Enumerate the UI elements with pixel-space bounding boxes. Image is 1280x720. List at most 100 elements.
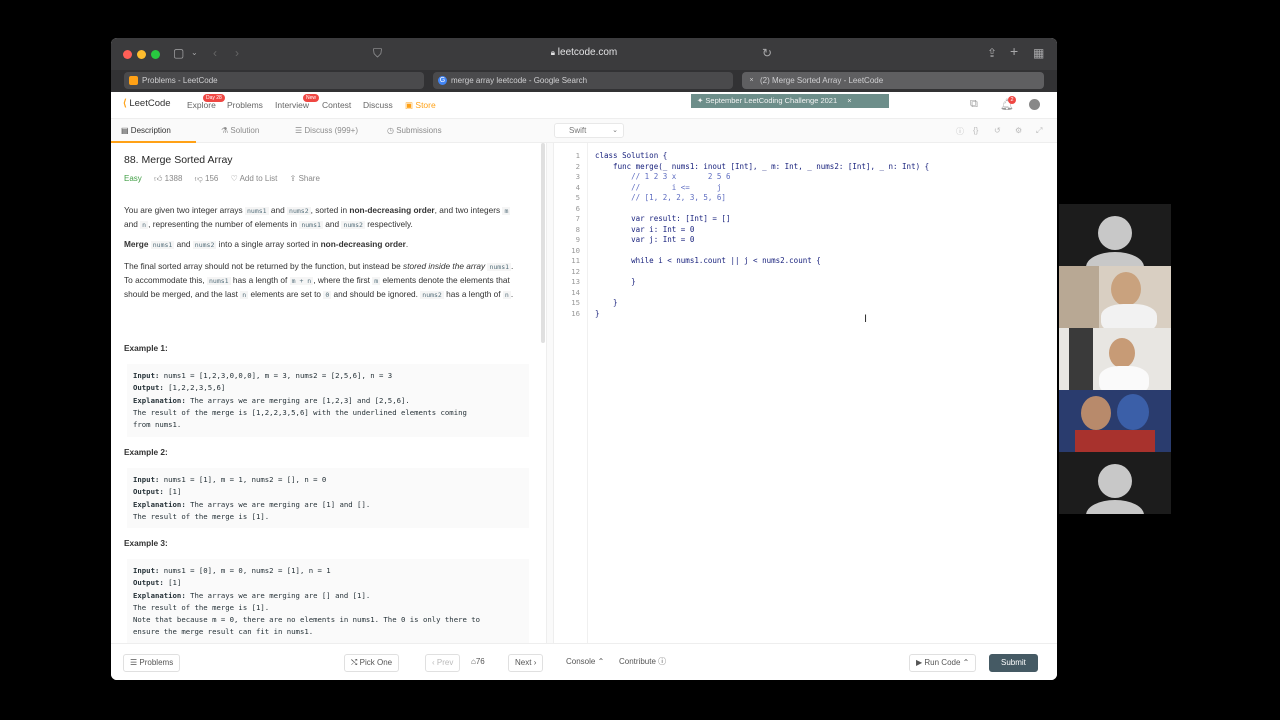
console-button[interactable]: Console ⌃ <box>560 654 611 672</box>
new-tab-icon[interactable]: + <box>1010 43 1018 59</box>
video-tile-placeholder[interactable] <box>1059 204 1171 266</box>
tab-title: merge array leetcode - Google Search <box>451 76 588 85</box>
discuss-icon: ☰ <box>295 126 303 135</box>
run-code-button[interactable]: ▶ Run Code ⌃ <box>909 654 977 672</box>
example-3-title: Example 3: <box>124 538 168 548</box>
browser-tab-google[interactable]: G merge array leetcode - Google Search <box>433 72 733 89</box>
chevron-down-icon: ⌄ <box>612 127 618 134</box>
code-line[interactable]: class Solution { <box>595 151 667 160</box>
nav-problems[interactable]: Problems <box>227 100 263 110</box>
tab-submissions[interactable]: ◷ Submissions <box>387 126 442 135</box>
line-number: 2 <box>575 161 580 171</box>
nav-store[interactable]: ▣ Store <box>405 100 436 111</box>
tab-label: Description <box>130 126 171 135</box>
code-line[interactable]: var j: Int = 0 <box>595 235 694 244</box>
prev-button[interactable]: ‹ Prev <box>425 654 461 672</box>
description-scrollbar[interactable] <box>541 143 545 343</box>
example-input: Input: nums1 = [0], m = 0, nums2 = [1], … <box>133 566 331 575</box>
example-note: ensure the merge result can fit in nums1… <box>133 627 314 637</box>
video-tile-participant[interactable] <box>1059 328 1171 390</box>
share-icon: ⇪ <box>289 174 297 183</box>
contribute-button[interactable]: Contribute ⓘ <box>613 654 673 672</box>
line-number: 14 <box>571 287 580 297</box>
settings-icon[interactable]: ⚙ <box>1015 126 1022 135</box>
challenge-banner[interactable]: ✦ September LeetCoding Challenge 2021 × <box>691 94 889 108</box>
code-line[interactable]: } <box>595 277 636 286</box>
reload-icon[interactable]: ↻ <box>762 46 772 60</box>
tab-title: (2) Merge Sorted Array - LeetCode <box>760 76 884 85</box>
code-line[interactable]: func merge(_ nums1: inout [Int], _ m: In… <box>595 162 929 171</box>
party-icon: ✦ <box>697 96 704 105</box>
tab-discuss[interactable]: ☰ Discuss (999+) <box>295 126 358 135</box>
pick-one-button[interactable]: ⤭ Pick One <box>344 654 400 672</box>
logo-text: LeetCode <box>129 98 171 109</box>
button-label: Pick One <box>359 658 393 667</box>
code-line[interactable]: while i < nums1.count || j < nums2.count… <box>595 256 821 265</box>
nav-interview[interactable]: Interview New <box>275 94 320 110</box>
browser-tab-merge-sorted-array[interactable]: × (2) Merge Sorted Array - LeetCode <box>742 72 1044 89</box>
share-label: Share <box>298 174 320 183</box>
nav-contest[interactable]: Contest <box>322 100 351 110</box>
description-paragraph-1: You are given two integer arrays nums1 a… <box>124 205 511 229</box>
notification-badge: 2 <box>1008 96 1016 104</box>
nav-discuss[interactable]: Discuss <box>363 100 393 110</box>
info-icon[interactable]: ⓘ <box>956 126 964 137</box>
code-line[interactable]: var i: Int = 0 <box>595 225 694 234</box>
dislike-button[interactable]: 👎︎ 156 <box>195 174 219 183</box>
language-select[interactable]: Swift ⌄ <box>554 123 624 138</box>
share-button[interactable]: ⇪ Share <box>290 174 320 183</box>
braces-icon[interactable]: {} <box>973 126 978 135</box>
example-note: The result of the merge is [1]. <box>133 602 270 612</box>
example-3-box: Input: nums1 = [0], m = 0, nums2 = [1], … <box>127 559 529 643</box>
line-number: 16 <box>571 308 580 318</box>
share-icon[interactable]: ⇪ <box>987 46 997 60</box>
leetcode-logo[interactable]: ⟨ LeetCode <box>123 98 171 109</box>
code-line[interactable]: // i <= j <box>595 183 721 192</box>
thumbs-down-icon: 👎︎ <box>194 174 203 183</box>
address-bar[interactable]: 🔒︎ leetcode.com <box>111 47 1057 58</box>
url-text: leetcode.com <box>557 47 618 58</box>
add-to-list-button[interactable]: ♡ Add to List <box>231 174 278 183</box>
chevron-left-icon: ‹ <box>432 658 435 667</box>
store-icon: ▣ <box>405 100 414 110</box>
avatar-body-icon <box>1086 500 1144 514</box>
line-number: 12 <box>571 266 580 276</box>
reset-icon[interactable]: ↺ <box>994 126 1001 135</box>
code-line[interactable]: // 1 2 3 x 2 5 6 <box>595 172 730 181</box>
code-line[interactable]: // [1, 2, 2, 3, 5, 6] <box>595 193 726 202</box>
submit-button[interactable]: Submit <box>989 654 1038 672</box>
line-number: 9 <box>575 235 580 244</box>
code-line[interactable]: var result: [Int] = [] <box>595 214 730 223</box>
nav-label: Discuss <box>363 100 393 110</box>
video-tile-participant[interactable] <box>1059 266 1171 328</box>
video-tile-placeholder[interactable] <box>1059 452 1171 514</box>
avatar[interactable] <box>1029 99 1040 110</box>
problem-meta: Easy 👍︎ 1388 👎︎ 156 ♡ Add to List ⇪ Shar… <box>124 174 320 184</box>
button-label: Submit <box>1001 658 1026 667</box>
browser-window: ▢ ⌄ ‹ › ⛉ 🔒︎ leetcode.com ↻ ⇪ + ▦ Proble… <box>111 38 1057 680</box>
tab-solution[interactable]: ⚗ Solution <box>221 126 259 135</box>
close-banner-icon[interactable]: × <box>847 96 851 105</box>
video-tile-participant[interactable] <box>1059 390 1171 452</box>
page-number: 76 <box>475 657 485 666</box>
tab-overview-icon[interactable]: ▦ <box>1033 46 1044 60</box>
code-line[interactable]: } <box>595 298 618 307</box>
next-button[interactable]: Next › <box>508 654 544 672</box>
like-button[interactable]: 👍︎ 1388 <box>154 174 182 183</box>
fullscreen-icon[interactable]: ⤢ <box>1036 126 1042 136</box>
code-editor[interactable]: 1 class Solution {2 func merge(_ nums1: i… <box>554 143 1057 643</box>
browser-tab-problems[interactable]: Problems - LeetCode <box>124 72 424 89</box>
problems-button[interactable]: ☰ Problems <box>123 654 181 672</box>
panel-splitter[interactable] <box>546 143 554 643</box>
chevron-up-icon: ⌃ <box>597 657 605 666</box>
line-number: 3 <box>575 172 580 181</box>
line-number: 10 <box>571 245 580 255</box>
code-line[interactable]: } <box>595 309 600 318</box>
close-tab-icon[interactable]: × <box>747 76 756 85</box>
google-favicon-icon: G <box>438 76 447 85</box>
leetcode-favicon-icon <box>129 76 138 85</box>
playground-icon[interactable]: ⧉ <box>970 98 978 111</box>
avatar-placeholder-icon <box>1098 464 1132 498</box>
nav-explore[interactable]: Explore Day 28 <box>187 94 225 110</box>
tab-description[interactable]: ▤ Description <box>121 126 171 135</box>
